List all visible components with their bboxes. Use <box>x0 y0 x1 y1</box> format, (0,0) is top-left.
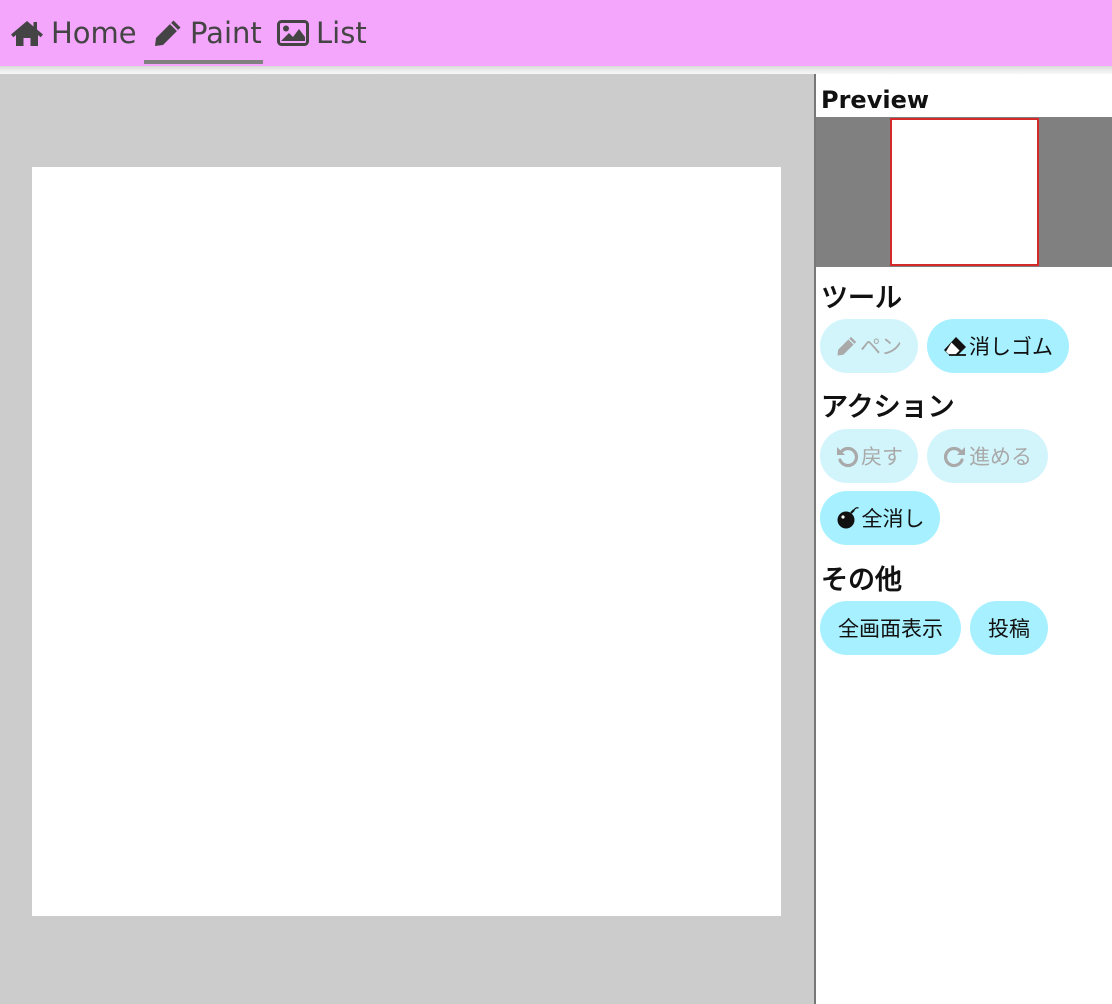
post-button[interactable]: 投稿 <box>970 601 1048 655</box>
nav-paint-label: Paint <box>190 16 262 50</box>
clear-all-button-label: 全消し <box>861 507 925 531</box>
undo-button[interactable]: 戻す <box>820 429 918 483</box>
pen-button-label: ペン <box>860 335 902 359</box>
redo-button[interactable]: 進める <box>927 429 1048 483</box>
action-heading: アクション <box>821 392 955 423</box>
side-panel: Preview ツール ペン 消しゴム アクション 戻す 進める 全消し その他… <box>816 74 1112 1004</box>
redo-button-label: 進める <box>969 445 1032 469</box>
preview-viewport[interactable] <box>890 118 1039 266</box>
canvas-workspace <box>0 74 814 1004</box>
active-tab-underline <box>144 60 263 64</box>
fullscreen-button-label: 全画面表示 <box>838 617 943 641</box>
eraser-button-label: 消しゴム <box>969 335 1053 359</box>
preview-heading: Preview <box>821 86 930 114</box>
eraser-button[interactable]: 消しゴム <box>927 319 1069 373</box>
home-icon <box>10 19 51 47</box>
bomb-icon <box>836 506 860 530</box>
preview-area <box>816 117 1112 267</box>
paint-canvas[interactable] <box>32 167 781 916</box>
top-nav-bar: Home Paint List <box>0 0 1112 66</box>
redo-icon <box>943 444 967 468</box>
nav-home[interactable]: Home <box>6 0 141 66</box>
nav-home-label: Home <box>51 16 137 50</box>
nav-list-label: List <box>316 16 367 50</box>
undo-button-label: 戻す <box>861 445 903 469</box>
nav-shadow <box>0 66 1112 74</box>
fullscreen-button[interactable]: 全画面表示 <box>820 601 961 655</box>
pencil-icon <box>153 18 190 48</box>
clear-all-button[interactable]: 全消し <box>820 491 940 545</box>
other-heading: その他 <box>821 565 902 596</box>
image-icon <box>277 20 316 46</box>
post-button-label: 投稿 <box>988 617 1030 641</box>
eraser-icon <box>943 336 967 356</box>
tools-heading: ツール <box>821 283 902 314</box>
pencil-icon <box>836 335 858 357</box>
nav-list[interactable]: List <box>273 0 371 66</box>
nav-paint[interactable]: Paint <box>144 0 263 66</box>
undo-icon <box>835 444 859 468</box>
pen-button[interactable]: ペン <box>820 319 918 373</box>
